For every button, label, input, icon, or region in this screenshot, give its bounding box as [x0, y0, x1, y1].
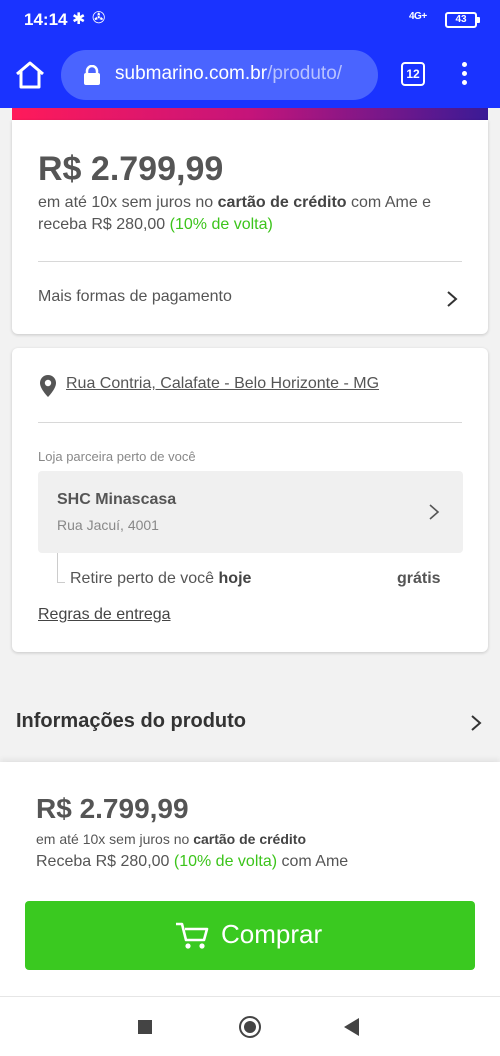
- tabs-icon[interactable]: 12: [401, 62, 425, 86]
- pickup-price: grátis: [397, 570, 441, 587]
- network-indicator: 4G+: [409, 11, 427, 22]
- chevron-right-icon[interactable]: [428, 503, 440, 521]
- credit-card-label: cartão de crédito: [217, 194, 347, 211]
- divider: [38, 422, 462, 423]
- sheet-cash-suffix: com Ame: [277, 853, 349, 870]
- browser-toolbar: submarino.com.br/produto/ 12: [0, 40, 500, 108]
- product-info-title[interactable]: Informações do produto: [16, 710, 246, 733]
- partner-store-card[interactable]: SHC Minascasa Rua Jacuí, 4001: [38, 471, 463, 553]
- cart-icon: [175, 921, 209, 951]
- url-domain: submarino.com.br: [115, 63, 268, 84]
- battery-indicator: 43: [445, 12, 480, 28]
- chevron-right-icon[interactable]: [470, 714, 482, 732]
- sheet-installment-text: em até 10x sem juros no: [36, 831, 194, 847]
- purchase-sheet: R$ 2.799,99 em até 10x sem juros no cart…: [0, 762, 500, 996]
- pickup-text: Retire perto de você: [70, 570, 219, 587]
- sheet-cash-text: Receba R$ 280,00: [36, 853, 174, 870]
- sheet-credit-card-label: cartão de crédito: [193, 831, 307, 847]
- url-path: /produto/: [267, 63, 343, 84]
- nav-back-icon[interactable]: [344, 1018, 359, 1036]
- product-price: R$ 2.799,99: [38, 150, 224, 188]
- sheet-cashback-label: (10% de volta): [173, 853, 278, 870]
- partner-store-caption: Loja parceira perto de você: [38, 449, 196, 464]
- address-bar[interactable]: submarino.com.br/produto/: [61, 50, 378, 100]
- pickup-info: Retire perto de você hoje: [70, 570, 251, 588]
- more-payment-link[interactable]: Mais formas de pagamento: [38, 288, 232, 306]
- nav-home-icon[interactable]: [239, 1016, 261, 1038]
- delivery-rules-link[interactable]: Regras de entrega: [38, 606, 171, 624]
- tree-connector: [57, 553, 65, 583]
- lock-icon: [83, 64, 101, 85]
- overflow-menu-icon[interactable]: [454, 62, 474, 88]
- nav-recents-icon[interactable]: [138, 1020, 152, 1034]
- price-card: R$ 2.799,99 em até 10x sem juros no cart…: [12, 120, 488, 334]
- cashback-label: (10% de volta): [169, 216, 273, 233]
- store-address: Rua Jacuí, 4001: [57, 517, 159, 533]
- buy-button-label: Comprar: [221, 919, 323, 949]
- pickup-day: hoje: [218, 570, 252, 587]
- delivery-address-link[interactable]: Rua Contria, Calafate - Belo Horizonte -…: [66, 375, 379, 393]
- delivery-card: Rua Contria, Calafate - Belo Horizonte -…: [12, 348, 488, 652]
- status-bar: 14:14 ✱ ✇ 4G+ 43: [0, 0, 500, 40]
- bluetooth-icon: ✱: [72, 11, 86, 28]
- divider: [38, 261, 462, 262]
- store-name: SHC Minascasa: [57, 491, 177, 508]
- sheet-price: R$ 2.799,99: [36, 793, 189, 824]
- notification-icon: ✇: [92, 10, 106, 27]
- installment-info: em até 10x sem juros no cartão de crédit…: [38, 192, 468, 236]
- status-time: 14:14: [24, 10, 68, 29]
- sheet-cashback: Receba R$ 280,00 (10% de volta) com Ame: [36, 853, 348, 871]
- url-text: submarino.com.br/produto/: [115, 63, 342, 85]
- chevron-right-icon[interactable]: [446, 290, 458, 308]
- home-icon[interactable]: [14, 60, 46, 90]
- sheet-installments: em até 10x sem juros no cartão de crédit…: [36, 831, 306, 847]
- installment-text: em até 10x sem juros no: [38, 194, 218, 211]
- system-nav-bar: [0, 996, 500, 1056]
- location-pin-icon: [39, 374, 57, 398]
- buy-button[interactable]: Comprar: [25, 901, 475, 970]
